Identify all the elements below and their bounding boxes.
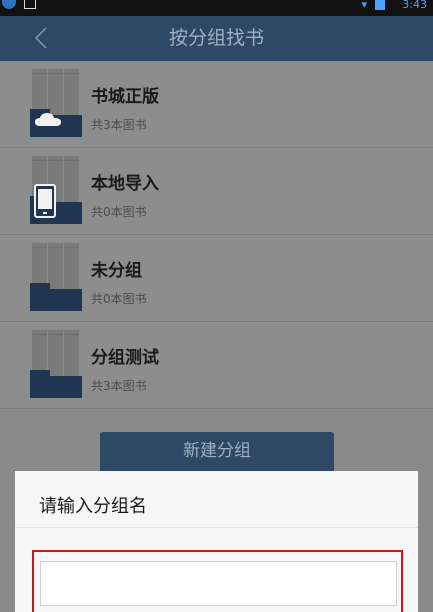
status-bar: ▾ 3:43 xyxy=(0,0,433,16)
cloud-folder-icon xyxy=(30,69,82,137)
dialog-title: 请输入分组名 xyxy=(39,496,147,517)
group-list: 书城正版 共3本图书 本地导入 共0本图书 未分组 共0本图书 分组测试 共3本… xyxy=(0,61,433,409)
title-bar: 按分组找书 xyxy=(0,16,433,61)
group-count: 共0本图书 xyxy=(91,205,147,219)
image-notification-icon xyxy=(24,0,36,9)
dialog-divider xyxy=(15,527,418,528)
group-item-bookstore[interactable]: 书城正版 共3本图书 xyxy=(0,61,433,148)
group-name: 书城正版 xyxy=(91,87,159,107)
cloud-icon xyxy=(35,113,61,126)
phone-icon xyxy=(34,184,56,218)
new-group-button[interactable]: 新建分组 xyxy=(100,432,334,471)
status-time: 3:43 xyxy=(402,0,427,11)
group-name-dialog: 请输入分组名 xyxy=(15,471,418,612)
button-area: 新建分组 xyxy=(0,410,433,471)
group-name-input[interactable] xyxy=(40,561,397,606)
group-count: 共0本图书 xyxy=(91,292,147,306)
group-name: 本地导入 xyxy=(91,174,159,194)
phone-folder-icon xyxy=(30,156,82,224)
back-arrow-icon[interactable] xyxy=(30,26,54,50)
wifi-icon: ▾ xyxy=(361,0,367,11)
group-item-test[interactable]: 分组测试 共3本图书 xyxy=(0,322,433,409)
group-count: 共3本图书 xyxy=(91,379,147,393)
page-title: 按分组找书 xyxy=(168,27,264,49)
group-item-ungrouped[interactable]: 未分组 共0本图书 xyxy=(0,235,433,322)
folder-icon xyxy=(30,243,82,311)
group-name: 分组测试 xyxy=(91,348,159,368)
group-count: 共3本图书 xyxy=(91,118,147,132)
group-name: 未分组 xyxy=(91,261,142,281)
app-notification-icon xyxy=(2,0,16,9)
battery-icon xyxy=(375,0,385,10)
folder-icon xyxy=(30,330,82,398)
group-item-local-import[interactable]: 本地导入 共0本图书 xyxy=(0,148,433,235)
input-highlight-frame xyxy=(32,550,403,612)
